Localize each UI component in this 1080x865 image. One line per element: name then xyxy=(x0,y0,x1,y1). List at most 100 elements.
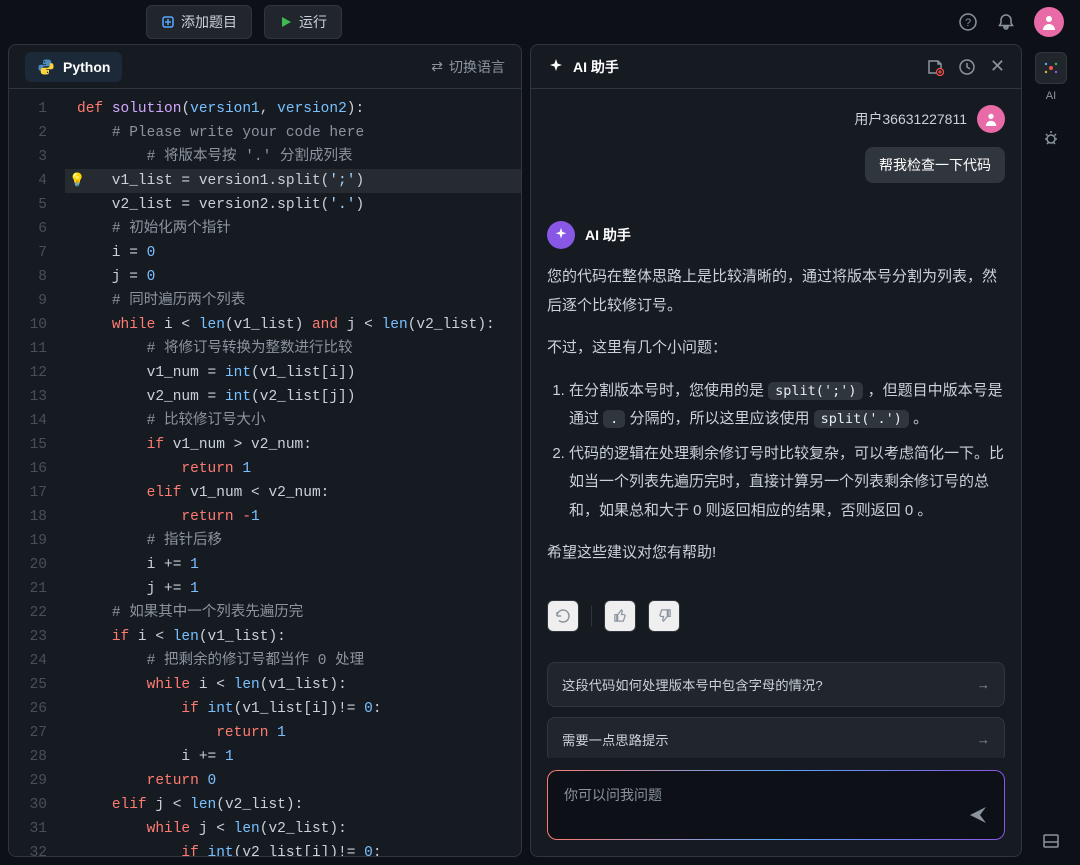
play-icon xyxy=(279,15,293,29)
run-button[interactable]: 运行 xyxy=(264,5,342,39)
user-message: 帮我检查一下代码 xyxy=(865,147,1005,183)
send-icon[interactable] xyxy=(968,805,988,825)
rail-ai-label: AI xyxy=(1046,90,1056,102)
ai-para-1: 您的代码在整体思路上是比较清晰的，通过将版本号分割为列表，然后逐个比较修订号。 xyxy=(547,263,1005,320)
history-icon[interactable] xyxy=(958,58,976,76)
arrow-right-icon: → xyxy=(977,677,990,692)
feedback-row xyxy=(547,600,1005,632)
chat-input-wrap: 你可以问我问题 xyxy=(531,758,1021,856)
ai-list-item-2: 代码的逻辑在处理剩余修订号时比较复杂，可以考虑简化一下。比如当一个列表先遍历完时… xyxy=(569,440,1005,526)
code-line[interactable]: # 把剩余的修订号都当作 0 处理 xyxy=(65,649,521,673)
code-line[interactable]: # 指针后移 xyxy=(65,529,521,553)
code-line[interactable]: if int(v1_list[i])!= 0: xyxy=(65,697,521,721)
code-line[interactable]: # 比较修订号大小 xyxy=(65,409,521,433)
thumbs-up-button[interactable] xyxy=(604,600,636,632)
code-line[interactable]: elif v1_num < v2_num: xyxy=(65,481,521,505)
code-pill: . xyxy=(603,410,625,428)
code-line[interactable]: return 1 xyxy=(65,457,521,481)
plus-icon xyxy=(161,15,175,29)
user-avatar[interactable] xyxy=(1034,7,1064,37)
right-rail: AI xyxy=(1030,44,1072,857)
code-line[interactable]: v2_num = int(v2_list[j]) xyxy=(65,385,521,409)
switch-language-button[interactable]: ⇄ 切换语言 xyxy=(431,57,505,77)
suggestion-list: 这段代码如何处理版本号中包含字母的情况?→需要一点思路提示→给我一些代码提示吧→ xyxy=(547,662,1005,759)
bell-icon[interactable] xyxy=(996,12,1016,32)
code-line[interactable]: elif j < len(v2_list): xyxy=(65,793,521,817)
code-line[interactable]: while j < len(v2_list): xyxy=(65,817,521,841)
chat-user-avatar xyxy=(977,105,1005,133)
lightbulb-icon[interactable]: 💡 xyxy=(69,169,85,193)
code-content[interactable]: def solution(version1, version2): # Plea… xyxy=(65,89,521,856)
chat-title-label: AI 助手 xyxy=(573,57,619,77)
new-chat-icon[interactable] xyxy=(926,58,944,76)
editor-header: Python ⇄ 切换语言 xyxy=(9,45,521,89)
suggestion-button[interactable]: 这段代码如何处理版本号中包含字母的情况? → xyxy=(547,662,1005,707)
chat-header: AI 助手 ✕ xyxy=(531,45,1021,89)
switch-language-label: 切换语言 xyxy=(449,57,505,77)
language-badge[interactable]: Python xyxy=(25,52,122,82)
rail-ai-button[interactable] xyxy=(1035,52,1067,84)
code-line[interactable]: i = 0 xyxy=(65,241,521,265)
python-icon xyxy=(37,58,55,76)
code-line[interactable]: while i < len(v1_list): xyxy=(65,673,521,697)
code-line[interactable]: if v1_num > v2_num: xyxy=(65,433,521,457)
code-line[interactable]: return 0 xyxy=(65,769,521,793)
language-label: Python xyxy=(63,59,110,75)
line-gutter: 1234567891011121314151617181920212223242… xyxy=(9,89,65,856)
arrow-right-icon: → xyxy=(977,732,990,747)
thumbs-down-button[interactable] xyxy=(648,600,680,632)
run-label: 运行 xyxy=(299,12,327,32)
main: Python ⇄ 切换语言 12345678910111213141516171… xyxy=(0,44,1080,865)
code-line[interactable]: # 初始化两个指针 xyxy=(65,217,521,241)
code-line[interactable]: i += 1 xyxy=(65,553,521,577)
swap-icon: ⇄ xyxy=(431,58,443,75)
code-line[interactable]: if i < len(v1_list): xyxy=(65,625,521,649)
suggestion-button[interactable]: 需要一点思路提示 → xyxy=(547,717,1005,759)
code-line[interactable]: # 将修订号转换为整数进行比较 xyxy=(65,337,521,361)
ai-message: 您的代码在整体思路上是比较清晰的，通过将版本号分割为列表，然后逐个比较修订号。 … xyxy=(547,263,1005,582)
rail-debug-button[interactable] xyxy=(1035,122,1067,154)
suggestion-label: 这段代码如何处理版本号中包含字母的情况? xyxy=(562,675,823,694)
code-line[interactable]: return -1 xyxy=(65,505,521,529)
divider xyxy=(591,606,592,626)
code-line[interactable]: return 1 xyxy=(65,721,521,745)
code-line[interactable]: j += 1 xyxy=(65,577,521,601)
code-line[interactable]: # Please write your code here xyxy=(65,121,521,145)
code-pill: split(';') xyxy=(768,382,863,400)
ai-list-item-1: 在分割版本号时，您使用的是 split(';') ，但题目中版本号是通过 . 分… xyxy=(569,377,1005,434)
code-line[interactable]: def solution(version1, version2): xyxy=(65,97,521,121)
code-line[interactable]: # 同时遍历两个列表 xyxy=(65,289,521,313)
ai-header: AI 助手 xyxy=(547,221,1005,249)
rail-layout-button[interactable] xyxy=(1035,825,1067,857)
code-editor[interactable]: 1234567891011121314151617181920212223242… xyxy=(9,89,521,856)
user-header: 用户36631227811 xyxy=(547,105,1005,133)
ai-para-3: 希望这些建议对您有帮助! xyxy=(547,539,1005,568)
svg-text:?: ? xyxy=(965,17,971,29)
add-problem-button[interactable]: 添加题目 xyxy=(146,5,252,39)
chat-body: 用户36631227811 帮我检查一下代码 AI 助手 您的代码在整体思路上是… xyxy=(531,89,1021,758)
help-icon[interactable]: ? xyxy=(958,12,978,32)
code-line[interactable]: i += 1 xyxy=(65,745,521,769)
code-line[interactable]: v1_list = version1.split(';') xyxy=(65,169,521,193)
code-line[interactable]: v2_list = version2.split('.') xyxy=(65,193,521,217)
chat-input[interactable]: 你可以问我问题 xyxy=(547,770,1005,840)
editor-pane: Python ⇄ 切换语言 12345678910111213141516171… xyxy=(8,44,522,857)
code-line[interactable]: j = 0 xyxy=(65,265,521,289)
sparkle-icon xyxy=(547,58,565,76)
topbar: 添加题目 运行 ? xyxy=(0,0,1080,44)
chat-pane: AI 助手 ✕ 用户36631227811 帮我检查一下代码 xyxy=(530,44,1022,857)
ai-para-2: 不过，这里有几个小问题： xyxy=(547,334,1005,363)
code-line[interactable]: while i < len(v1_list) and j < len(v2_li… xyxy=(65,313,521,337)
code-line[interactable]: # 如果其中一个列表先遍历完 xyxy=(65,601,521,625)
regenerate-button[interactable] xyxy=(547,600,579,632)
ai-avatar xyxy=(547,221,575,249)
suggestion-label: 需要一点思路提示 xyxy=(562,730,669,749)
code-pill: split('.') xyxy=(814,410,909,428)
code-line[interactable]: v1_num = int(v1_list[i]) xyxy=(65,361,521,385)
ai-name-label: AI 助手 xyxy=(585,225,631,245)
chat-input-placeholder: 你可以问我问题 xyxy=(564,785,662,805)
code-line[interactable]: if int(v2_list[i])!= 0: xyxy=(65,841,521,856)
add-problem-label: 添加题目 xyxy=(181,12,237,32)
close-icon[interactable]: ✕ xyxy=(990,56,1005,77)
code-line[interactable]: # 将版本号按 '.' 分割成列表 xyxy=(65,145,521,169)
